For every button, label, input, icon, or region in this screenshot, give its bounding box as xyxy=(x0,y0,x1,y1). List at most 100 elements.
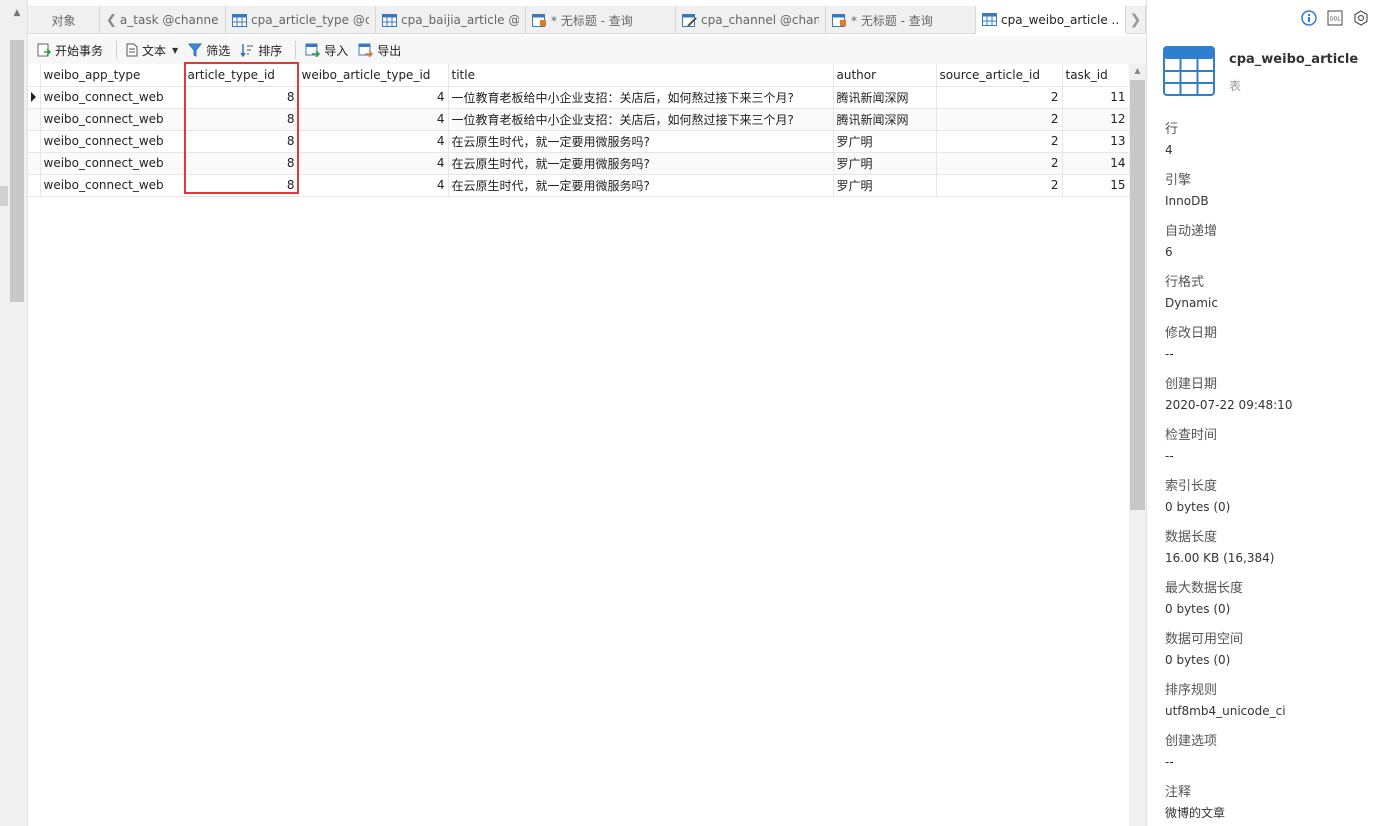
table-cell[interactable]: 在云原生时代，就一定要用微服务吗? xyxy=(448,174,834,197)
table-row[interactable]: weibo_connect_web 8 4 在云原生时代，就一定要用微服务吗? … xyxy=(28,152,1129,175)
svg-text:DDL: DDL xyxy=(1330,17,1341,23)
column-header[interactable]: author xyxy=(833,64,937,87)
table-cell[interactable]: 4 xyxy=(298,108,449,131)
table-cell[interactable]: 一位教育老板给中小企业支招：关店后，如何熬过接下来三个月? xyxy=(448,108,834,131)
info-icon[interactable] xyxy=(1301,10,1317,26)
table-row[interactable]: weibo_connect_web 8 4 在云原生时代，就一定要用微服务吗? … xyxy=(28,130,1129,153)
table-cell[interactable]: 4 xyxy=(298,152,449,175)
table-row[interactable]: weibo_connect_web 8 4 一位教育老板给中小企业支招：关店后，… xyxy=(28,108,1129,131)
property-key: 行格式 xyxy=(1165,275,1205,290)
property-key: 排序规则 xyxy=(1165,683,1218,698)
import-button[interactable]: 导入 xyxy=(302,39,351,61)
table-cell[interactable]: 2 xyxy=(936,108,1063,131)
vertical-scrollbar[interactable]: ▲ xyxy=(1129,64,1146,826)
table-cell[interactable]: 8 xyxy=(184,86,299,109)
settings-icon[interactable] xyxy=(1353,10,1369,26)
table-cell[interactable]: 腾讯新闻深网 xyxy=(833,108,937,131)
filter-button[interactable]: 筛选 xyxy=(185,39,233,61)
caret-down-icon: ▼ xyxy=(172,45,179,55)
table-cell[interactable]: 11 xyxy=(1062,86,1129,109)
table-cell[interactable]: weibo_connect_web xyxy=(40,108,185,131)
column-header[interactable]: weibo_article_type_id xyxy=(298,64,449,87)
column-header[interactable]: article_type_id xyxy=(184,64,299,87)
property-key: 注释 xyxy=(1165,785,1192,800)
column-header[interactable]: task_id xyxy=(1062,64,1129,87)
table-cell[interactable]: weibo_connect_web xyxy=(40,86,185,109)
document-icon xyxy=(126,43,138,57)
table-cell[interactable]: 4 xyxy=(298,174,449,197)
property-key: 检查时间 xyxy=(1165,428,1218,443)
table-cell[interactable]: 4 xyxy=(298,130,449,153)
row-indicator[interactable] xyxy=(28,86,41,109)
table-cell[interactable]: 一位教育老板给中小企业支招：关店后，如何熬过接下来三个月? xyxy=(448,86,834,109)
table-cell[interactable]: weibo_connect_web xyxy=(40,152,185,175)
data-grid[interactable]: weibo_app_type article_type_id weibo_art… xyxy=(28,64,1129,826)
row-indicator[interactable] xyxy=(28,174,41,197)
table-cell[interactable]: weibo_connect_web xyxy=(40,130,185,153)
tab-channel[interactable]: cpa_channel @chan... xyxy=(676,6,826,34)
tab-task[interactable]: ❮ a_task @channel... xyxy=(100,6,226,34)
property-item: 索引长度 0 bytes (0) xyxy=(1165,477,1370,528)
export-button[interactable]: 导出 xyxy=(355,39,404,61)
begin-transaction-button[interactable]: 开始事务 xyxy=(34,39,106,61)
table-cell[interactable]: 14 xyxy=(1062,152,1129,175)
table-cell[interactable]: 8 xyxy=(184,174,299,197)
tab-query-2[interactable]: * 无标题 - 查询 xyxy=(826,6,976,34)
text-button[interactable]: 文本 ▼ xyxy=(123,39,181,61)
sort-label: 排序 xyxy=(258,43,283,58)
column-header[interactable]: title xyxy=(448,64,834,87)
column-header[interactable]: source_article_id xyxy=(936,64,1063,87)
property-value: -- xyxy=(1165,347,1174,361)
table-cell[interactable]: 8 xyxy=(184,108,299,131)
tab-baijia-article[interactable]: cpa_baijia_article @... xyxy=(376,6,526,34)
table-cell[interactable]: 在云原生时代，就一定要用微服务吗? xyxy=(448,152,834,175)
table-cell[interactable]: 8 xyxy=(184,130,299,153)
row-indicator[interactable] xyxy=(28,130,41,153)
table-cell[interactable]: 15 xyxy=(1062,174,1129,197)
table-cell[interactable]: 8 xyxy=(184,152,299,175)
property-value: 0 bytes (0) xyxy=(1165,500,1231,514)
chevron-right-icon[interactable]: ❯ xyxy=(1126,6,1146,34)
left-scroll-thumb[interactable] xyxy=(10,40,24,302)
ddl-icon[interactable]: DDL xyxy=(1327,10,1343,26)
sort-button[interactable]: 排序 xyxy=(237,39,285,61)
table-cell[interactable]: 罗广明 xyxy=(833,174,937,197)
table-row[interactable]: weibo_connect_web 8 4 在云原生时代，就一定要用微服务吗? … xyxy=(28,174,1129,197)
row-indicator[interactable] xyxy=(28,108,41,131)
tab-query-1[interactable]: * 无标题 - 查询 xyxy=(526,6,676,34)
scroll-up-arrow-icon[interactable]: ▲ xyxy=(1129,64,1146,78)
column-header[interactable]: weibo_app_type xyxy=(40,64,185,87)
transaction-icon xyxy=(37,43,51,57)
table-cell[interactable]: 在云原生时代，就一定要用微服务吗? xyxy=(448,130,834,153)
table-cell[interactable]: 4 xyxy=(298,86,449,109)
query-icon xyxy=(832,13,846,27)
tab-weibo-article[interactable]: cpa_weibo_article ... xyxy=(976,6,1126,34)
chevron-left-icon[interactable]: ❮ xyxy=(106,13,117,28)
table-cell[interactable]: 13 xyxy=(1062,130,1129,153)
object-info-panel: DDL cpa_weibo_article 表 行4 引擎 InnoDB 自动递增… xyxy=(1146,0,1375,826)
splitter-handle[interactable] xyxy=(0,186,8,206)
scroll-thumb[interactable] xyxy=(1130,80,1145,510)
table-cell[interactable]: 12 xyxy=(1062,108,1129,131)
panel-title: cpa_weibo_article xyxy=(1229,52,1359,67)
tab-article-type[interactable]: cpa_article_type @c... xyxy=(226,6,376,34)
table-cell[interactable]: 罗广明 xyxy=(833,152,937,175)
current-row-arrow-icon xyxy=(31,92,36,102)
scroll-up-arrow-icon[interactable]: ▲ xyxy=(10,6,24,20)
table-cell[interactable]: 2 xyxy=(936,86,1063,109)
export-icon xyxy=(358,43,374,57)
tab-objects[interactable]: 对象 xyxy=(28,6,100,34)
table-cell[interactable]: 腾讯新闻深网 xyxy=(833,86,937,109)
table-edit-icon xyxy=(682,13,697,27)
sort-icon xyxy=(240,44,254,57)
table-cell[interactable]: weibo_connect_web xyxy=(40,174,185,197)
table-cell[interactable]: 2 xyxy=(936,152,1063,175)
table-row[interactable]: weibo_connect_web 8 4 一位教育老板给中小企业支招：关店后，… xyxy=(28,86,1129,109)
row-indicator[interactable] xyxy=(28,152,41,175)
property-key: 数据可用空间 xyxy=(1165,632,1244,647)
tab-label: * 无标题 - 查询 xyxy=(551,13,633,28)
table-cell[interactable]: 2 xyxy=(936,130,1063,153)
table-cell[interactable]: 2 xyxy=(936,174,1063,197)
property-item: 创建日期 2020-07-22 09:48:10 xyxy=(1165,375,1370,426)
table-cell[interactable]: 罗广明 xyxy=(833,130,937,153)
